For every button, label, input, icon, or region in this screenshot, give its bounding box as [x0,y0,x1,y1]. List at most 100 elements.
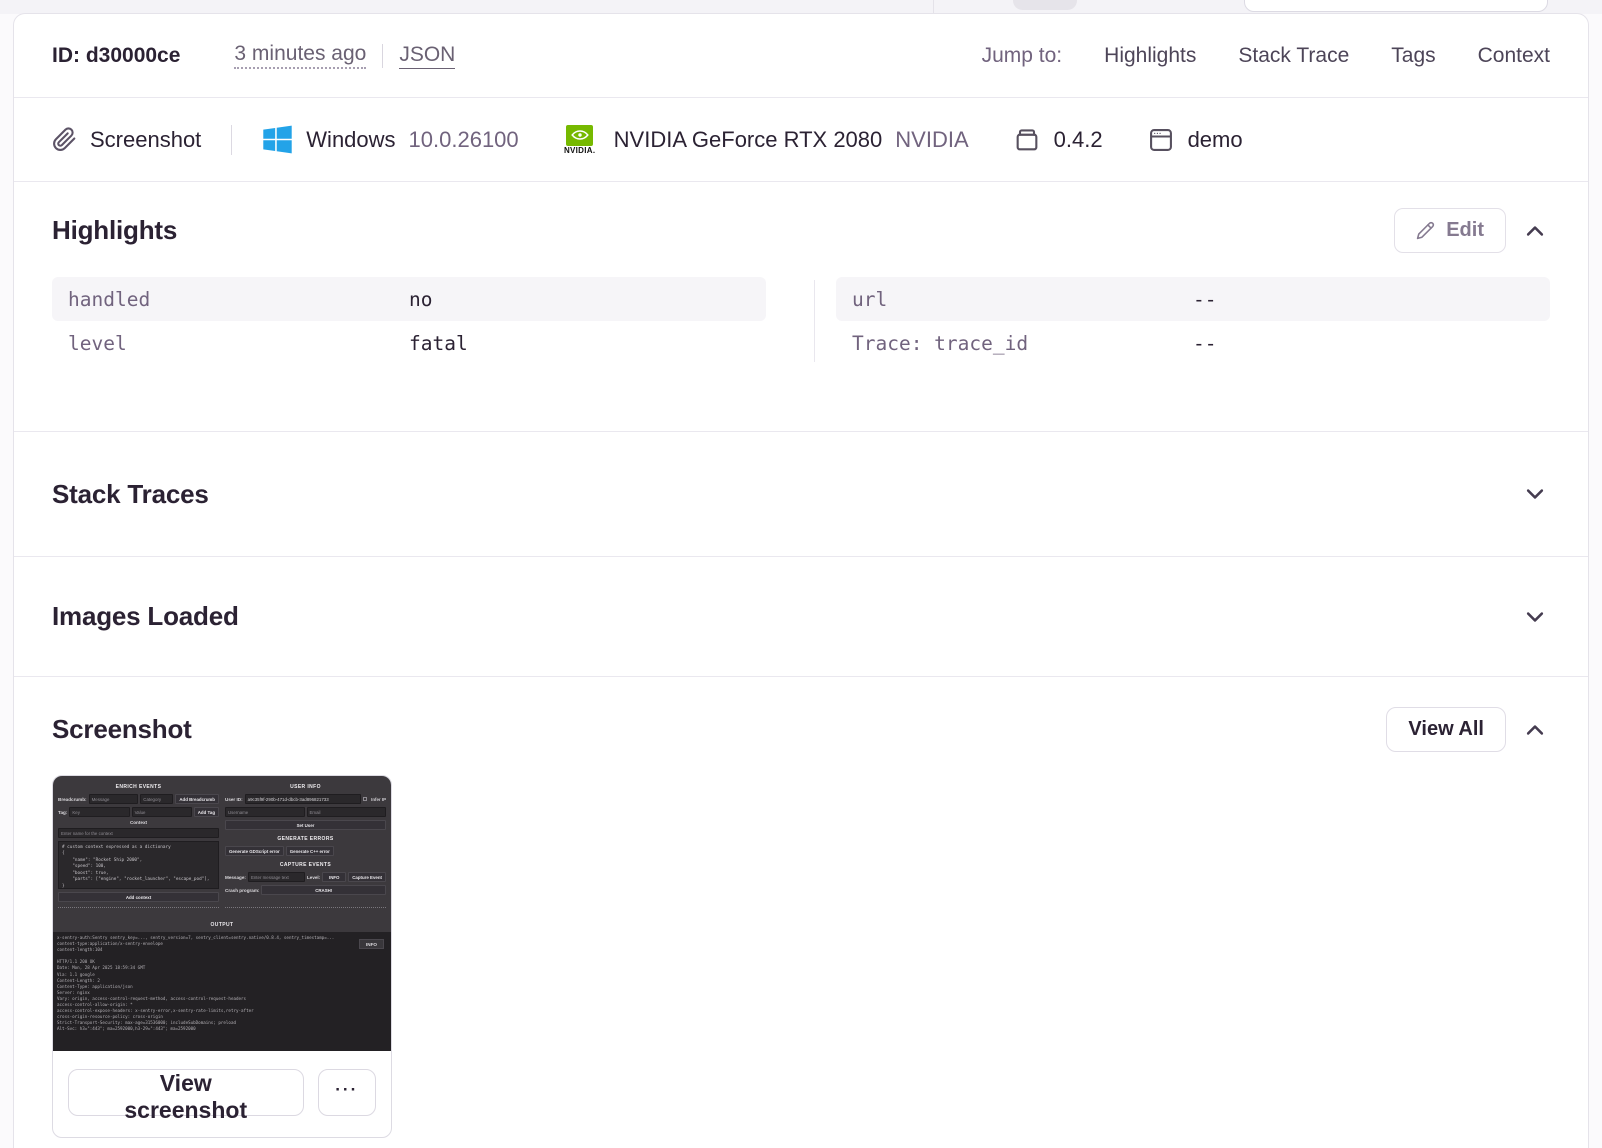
thumb-message-input: Message [88,794,139,804]
thumb-generate-errors-title: GENERATE ERRORS [277,836,334,842]
thumb-category-input: Category [140,794,174,804]
partial-search-box [1244,0,1548,12]
thumb-output-console: x-sentry-auth:Sentry sentry_key=..., sen… [53,932,391,1051]
pencil-icon [1417,221,1435,240]
highlight-key: handled [68,287,151,311]
gpu-name: NVIDIA GeForce RTX 2080 [613,126,883,152]
windows-logo-icon [263,125,293,154]
context-separator [231,124,233,155]
thumb-message-text-input: Enter message text [247,872,305,882]
stack-traces-expand-button[interactable] [1520,479,1550,509]
partial-pill-button [1013,0,1077,10]
jump-link-tags[interactable]: Tags [1391,44,1435,68]
thumb-gen-cpp-button: Generate C++ error [285,846,334,856]
images-loaded-expand-button[interactable] [1520,602,1550,632]
images-loaded-section: Images Loaded [14,557,1588,676]
highlight-key: level [68,331,127,355]
highlight-value: -- [1193,331,1217,355]
event-context-bar: Screenshot Windows 10.0.26100 NVIDIA. NV… [14,98,1588,182]
jump-link-stack-trace[interactable]: Stack Trace [1238,44,1349,68]
thumb-user-info-title: USER INFO [290,784,321,790]
screenshot-more-button[interactable]: ··· [317,1069,376,1116]
thumb-add-context-button: Add context [58,892,219,902]
page-top-strip [0,0,1602,14]
highlight-row-trace-id: Trace: trace_id -- [836,321,1550,365]
environment-info: demo [1147,126,1243,154]
thumb-infer-ip-label: Infer IP [371,796,386,802]
thumb-output-title: OUTPUT [210,922,234,928]
chevron-down-icon [1526,611,1544,622]
thumb-email-input: Email [306,807,386,817]
chevron-up-icon [1526,225,1544,236]
thumb-user-id-label: User ID: [225,796,243,802]
thumb-user-id-input: a9c35f9f-290b-471d-dbcb-3ad896821733 [244,794,362,804]
images-loaded-title: Images Loaded [52,601,239,631]
highlights-title: Highlights [52,215,178,245]
screenshot-actions: View screenshot ··· [53,1051,391,1137]
thumb-context-code: # custom context expressed as a dictiona… [58,841,219,889]
event-header: ID: d30000ce 3 minutes ago JSON Jump to:… [14,14,1588,98]
highlights-right-column: url -- Trace: trace_id -- [836,277,1550,365]
thumb-app-panels: ENRICH EVENTS Breadcrumb: Message Catego… [58,781,386,908]
edit-button-label: Edit [1446,219,1484,241]
os-name: Windows [306,126,396,152]
highlight-key: Trace: trace_id [852,331,1029,355]
highlight-row-level: level fatal [52,321,766,365]
view-all-button[interactable]: View All [1386,707,1506,752]
highlight-value: no [409,287,433,311]
event-id: ID: d30000ce [52,43,181,67]
stack-traces-section: Stack Traces [14,432,1588,556]
gpu-info: NVIDIA. NVIDIA GeForce RTX 2080 NVIDIA [559,124,969,155]
thumb-infer-ip-checkbox [363,797,368,801]
event-time-link[interactable]: 3 minutes ago [234,42,367,69]
thumb-capture-events-title: CAPTURE EVENTS [279,862,332,868]
gpu-vendor: NVIDIA [895,126,969,152]
thumb-crash-label: Crash program: [225,887,260,893]
paperclip-icon [53,127,76,151]
highlight-key: url [852,287,888,311]
release-info: 0.4.2 [1013,126,1103,154]
highlights-left-column: handled no level fatal [52,277,766,365]
thumb-message-label: Message: [225,874,246,880]
thumb-info-badge: INFO [359,939,384,949]
thumb-enrich-title: ENRICH EVENTS [115,784,162,790]
thumb-gen-gdscript-button: Generate GDScript error [225,846,284,856]
stack-traces-title: Stack Traces [52,478,209,509]
json-link[interactable]: JSON [399,43,456,69]
screenshot-tag[interactable]: Screenshot [52,127,201,153]
archive-box-icon [1016,128,1038,150]
nvidia-logo-icon: NVIDIA. [559,124,601,155]
thumb-crash-button: CRASH! [261,885,386,895]
view-screenshot-button[interactable]: View screenshot [68,1069,304,1123]
highlights-grid: handled no level fatal url -- Trace: tra… [52,277,1550,365]
header-separator [382,43,384,68]
jump-to-nav: Jump to: Highlights Stack Trace Tags Con… [982,44,1550,68]
thumb-context-name-input: Enter name for the context [58,828,219,838]
environment-name: demo [1187,126,1243,152]
thumb-breadcrumb-label: Breadcrumb: [58,796,87,802]
screenshot-collapse-button[interactable] [1520,715,1550,745]
chevron-down-icon [1526,489,1544,499]
thumb-username-input: Username [225,807,305,817]
thumb-key-input: Key [69,807,130,817]
thumb-capture-event-button: Capture Event [348,872,386,882]
os-info: Windows 10.0.26100 [262,124,519,155]
thumb-add-tag-button: Add Tag [193,807,219,817]
edit-highlights-button[interactable]: Edit [1394,208,1506,253]
jump-link-context[interactable]: Context [1478,44,1550,68]
thumb-value-input: Value [131,807,192,817]
screenshot-title: Screenshot [52,714,192,744]
thumb-add-breadcrumb-button: Add Breadcrumb [175,794,219,804]
screenshot-thumbnail[interactable]: ENRICH EVENTS Breadcrumb: Message Catego… [53,776,391,1051]
jump-link-highlights[interactable]: Highlights [1104,44,1196,68]
highlights-section: Highlights Edit handled no level fatal u… [14,182,1588,431]
chevron-up-icon [1526,724,1544,735]
thumb-level-select: INFO [322,872,347,882]
app-window-icon [1149,128,1172,151]
screenshot-card: ENRICH EVENTS Breadcrumb: Message Catego… [52,775,392,1138]
screenshot-section: Screenshot View All ENRICH EVENTS Breadc… [14,677,1588,1138]
os-version: 10.0.26100 [408,126,519,152]
highlight-value: fatal [409,331,468,355]
highlights-collapse-button[interactable] [1520,216,1550,246]
thumb-level-label: Level: [306,874,321,880]
